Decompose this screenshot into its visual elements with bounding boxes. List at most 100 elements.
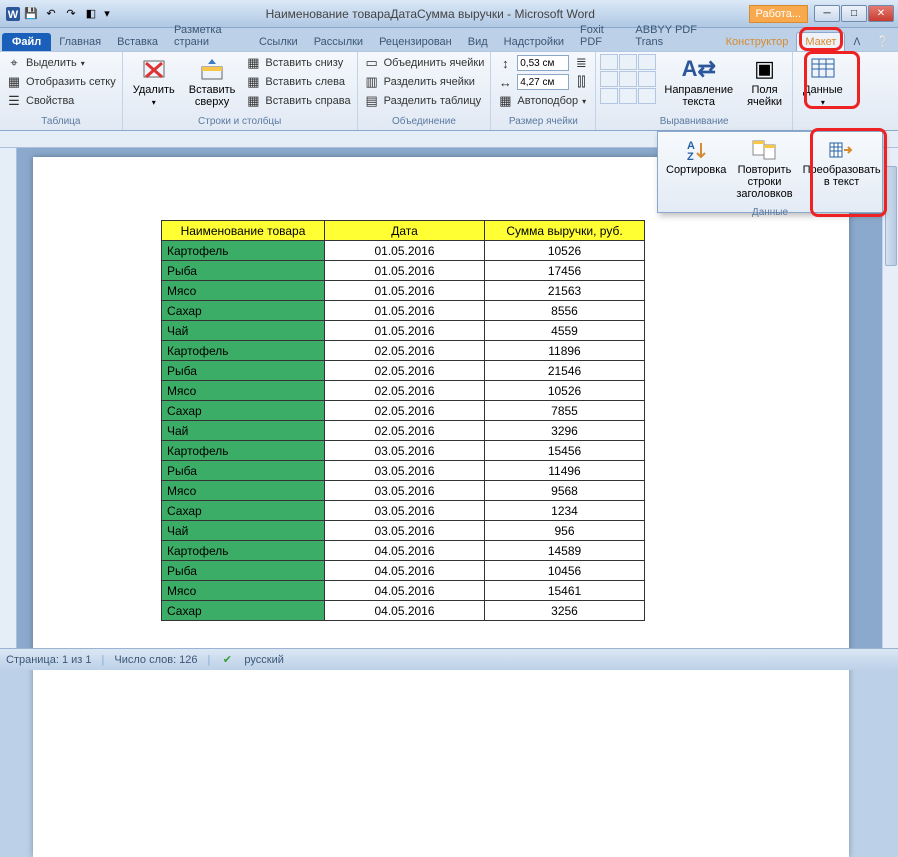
table-cell[interactable]: 10526 — [485, 381, 645, 401]
table-cell[interactable]: Рыба — [162, 461, 325, 481]
table-cell[interactable]: Мясо — [162, 481, 325, 501]
table-row[interactable]: Картофель04.05.201614589 — [162, 541, 645, 561]
table-header[interactable]: Сумма выручки, руб. — [485, 221, 645, 241]
table-row[interactable]: Мясо03.05.20169568 — [162, 481, 645, 501]
table-row[interactable]: Рыба01.05.201617456 — [162, 261, 645, 281]
table-cell[interactable]: 01.05.2016 — [325, 281, 485, 301]
table-cell[interactable]: Сахар — [162, 401, 325, 421]
table-cell[interactable]: 956 — [485, 521, 645, 541]
qat-icon[interactable]: ◧ — [82, 5, 100, 23]
table-cell[interactable]: Рыба — [162, 561, 325, 581]
tab-foxit[interactable]: Foxit PDF — [572, 21, 627, 51]
vertical-ruler[interactable] — [0, 148, 17, 648]
table-cell[interactable]: 02.05.2016 — [325, 421, 485, 441]
align-tl[interactable] — [600, 54, 618, 70]
distribute-cols-icon[interactable]: ⫿⫿ — [573, 74, 589, 90]
table-cell[interactable]: 11496 — [485, 461, 645, 481]
table-cell[interactable]: 17456 — [485, 261, 645, 281]
table-row[interactable]: Чай02.05.20163296 — [162, 421, 645, 441]
scrollbar-thumb[interactable] — [885, 166, 897, 266]
table-cell[interactable]: 03.05.2016 — [325, 461, 485, 481]
convert-to-text-button[interactable]: Преобразовать в текст — [799, 136, 885, 202]
status-words[interactable]: Число слов: 126 — [114, 654, 197, 666]
col-width-input[interactable]: ↔⫿⫿ — [495, 73, 591, 91]
select-button[interactable]: ⌖Выделить ▾ — [4, 54, 118, 72]
table-cell[interactable]: Сахар — [162, 301, 325, 321]
table-cell[interactable]: 01.05.2016 — [325, 241, 485, 261]
maximize-button[interactable]: □ — [841, 5, 867, 22]
table-cell[interactable]: 3256 — [485, 601, 645, 621]
align-ml[interactable] — [600, 71, 618, 87]
table-cell[interactable]: 03.05.2016 — [325, 441, 485, 461]
table-row[interactable]: Чай03.05.2016956 — [162, 521, 645, 541]
table-cell[interactable]: Картофель — [162, 441, 325, 461]
align-bc[interactable] — [619, 88, 637, 104]
insert-left-button[interactable]: ▦Вставить слева — [243, 73, 352, 91]
table-cell[interactable]: 4559 — [485, 321, 645, 341]
minimize-ribbon-icon[interactable]: ᐱ — [845, 34, 868, 51]
table-cell[interactable]: Мясо — [162, 281, 325, 301]
split-table-button[interactable]: ▤Разделить таблицу — [362, 92, 487, 110]
align-br[interactable] — [638, 88, 656, 104]
close-button[interactable]: ✕ — [868, 5, 894, 22]
autofit-button[interactable]: ▦Автоподбор ▾ — [495, 92, 591, 110]
table-row[interactable]: Мясо02.05.201610526 — [162, 381, 645, 401]
table-cell[interactable]: Сахар — [162, 601, 325, 621]
insert-below-button[interactable]: ▦Вставить снизу — [243, 54, 352, 72]
table-row[interactable]: Рыба02.05.201621546 — [162, 361, 645, 381]
table-cell[interactable]: 04.05.2016 — [325, 541, 485, 561]
tab-layout[interactable]: Макет — [796, 32, 845, 51]
align-mc[interactable] — [619, 71, 637, 87]
table-cell[interactable]: 02.05.2016 — [325, 341, 485, 361]
tab-insert[interactable]: Вставка — [109, 33, 166, 51]
table-cell[interactable]: 03.05.2016 — [325, 501, 485, 521]
table-row[interactable]: Мясо04.05.201615461 — [162, 581, 645, 601]
table-row[interactable]: Рыба04.05.201610456 — [162, 561, 645, 581]
table-cell[interactable]: 04.05.2016 — [325, 601, 485, 621]
vertical-scrollbar[interactable] — [882, 148, 898, 648]
table-cell[interactable]: 3296 — [485, 421, 645, 441]
table-cell[interactable]: Рыба — [162, 361, 325, 381]
table-cell[interactable]: 15456 — [485, 441, 645, 461]
tab-view[interactable]: Вид — [460, 33, 496, 51]
table-cell[interactable]: Сахар — [162, 501, 325, 521]
table-row[interactable]: Сахар02.05.20167855 — [162, 401, 645, 421]
table-row[interactable]: Мясо01.05.201621563 — [162, 281, 645, 301]
table-cell[interactable]: Чай — [162, 521, 325, 541]
table-cell[interactable]: 04.05.2016 — [325, 581, 485, 601]
table-row[interactable]: Сахар04.05.20163256 — [162, 601, 645, 621]
tab-home[interactable]: Главная — [51, 33, 109, 51]
insert-above-button[interactable]: Вставить сверху — [183, 54, 242, 110]
tab-addins[interactable]: Надстройки — [496, 33, 572, 51]
table-cell[interactable]: 02.05.2016 — [325, 401, 485, 421]
word-app-icon[interactable]: W — [4, 5, 22, 23]
minimize-button[interactable]: ─ — [814, 5, 840, 22]
table-cell[interactable]: 01.05.2016 — [325, 261, 485, 281]
cell-margins-button[interactable]: ▣ Поля ячейки — [741, 54, 788, 110]
tab-design[interactable]: Конструктор — [718, 33, 797, 51]
status-language[interactable]: русский — [244, 654, 283, 666]
table-cell[interactable]: Картофель — [162, 341, 325, 361]
distribute-rows-icon[interactable]: ≣ — [573, 55, 589, 71]
table-cell[interactable]: 9568 — [485, 481, 645, 501]
table-row[interactable]: Картофель02.05.201611896 — [162, 341, 645, 361]
repeat-header-button[interactable]: Повторить строки заголовков — [732, 136, 796, 202]
table-cell[interactable]: 15461 — [485, 581, 645, 601]
table-cell[interactable]: Чай — [162, 421, 325, 441]
delete-button[interactable]: Удалить▾ — [127, 54, 181, 109]
align-bl[interactable] — [600, 88, 618, 104]
tab-pagelayout[interactable]: Разметка страни — [166, 21, 251, 51]
status-page[interactable]: Страница: 1 из 1 — [6, 654, 92, 666]
split-cells-button[interactable]: ▥Разделить ячейки — [362, 73, 487, 91]
table-row[interactable]: Сахар03.05.20161234 — [162, 501, 645, 521]
table-header[interactable]: Наименование товара — [162, 221, 325, 241]
table-cell[interactable]: 8556 — [485, 301, 645, 321]
table-cell[interactable]: Рыба — [162, 261, 325, 281]
properties-button[interactable]: ☰Свойства — [4, 92, 118, 110]
table-cell[interactable]: Чай — [162, 321, 325, 341]
table-cell[interactable]: 03.05.2016 — [325, 481, 485, 501]
table-cell[interactable]: 03.05.2016 — [325, 521, 485, 541]
file-tab[interactable]: Файл — [2, 33, 51, 51]
show-grid-button[interactable]: ▦Отобразить сетку — [4, 73, 118, 91]
help-icon[interactable]: ❔ — [868, 32, 898, 51]
